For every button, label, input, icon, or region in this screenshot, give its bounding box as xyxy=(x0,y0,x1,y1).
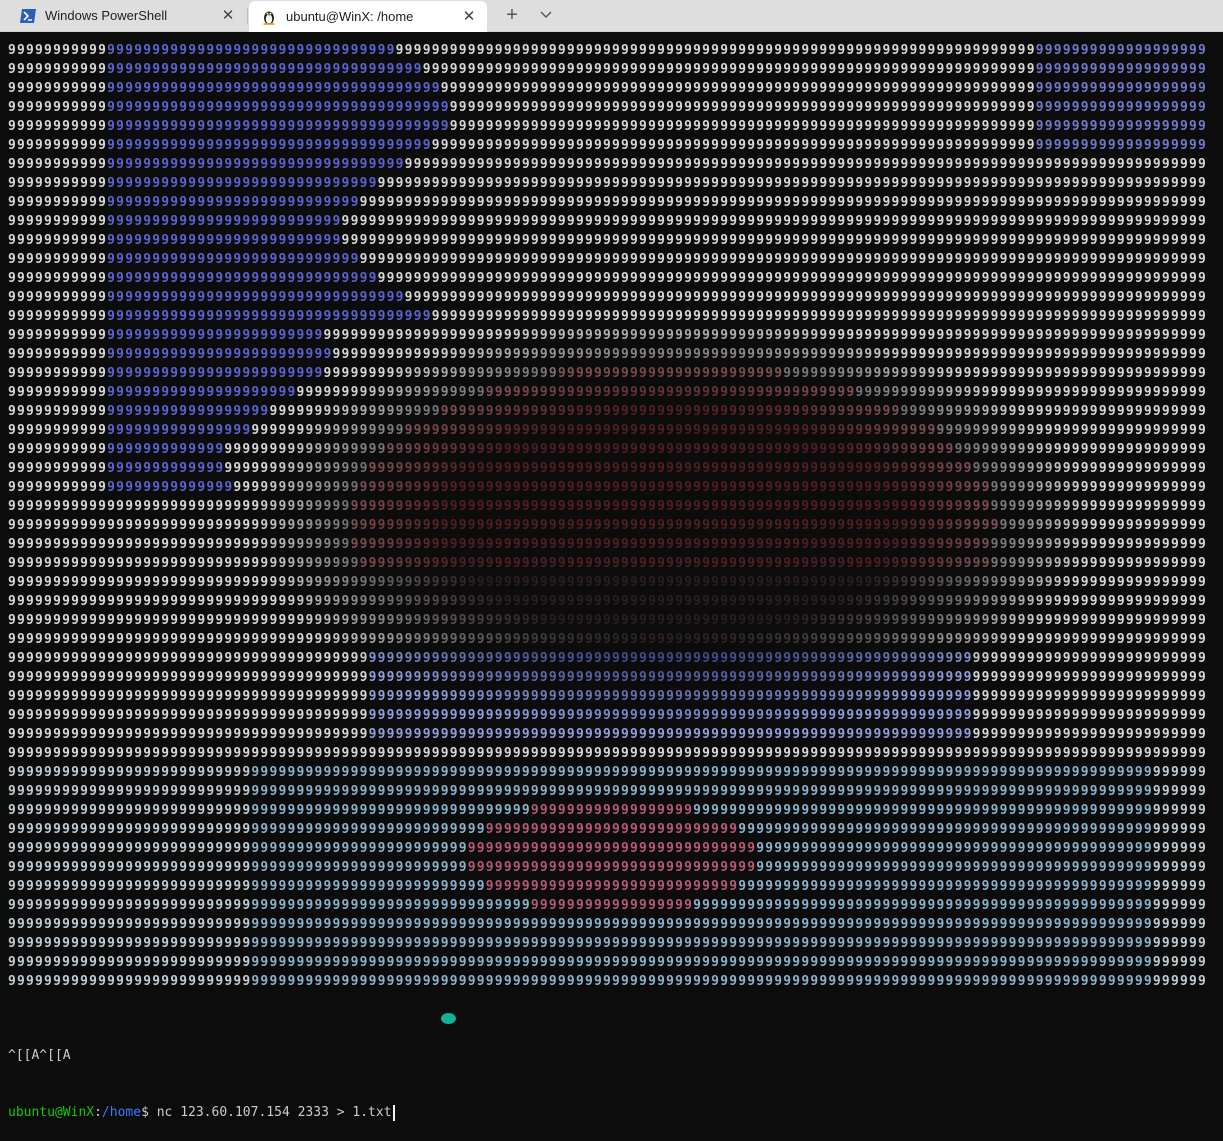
linux-penguin-icon xyxy=(261,9,277,25)
art-line: 9999999999999999999999999999999999999999… xyxy=(8,822,1206,837)
art-line: 9999999999999999999999999999999999999999… xyxy=(8,955,1206,970)
art-line: 9999999999999999999999999999999999999999… xyxy=(8,746,1206,761)
ime-indicator-icon xyxy=(441,1013,456,1024)
art-line: 9999999999999999999999999999999999999999… xyxy=(8,442,1206,457)
art-line: 9999999999999999999999999999999999999999… xyxy=(8,195,1206,210)
art-line: 9999999999999999999999999999999999999999… xyxy=(8,727,1206,742)
prompt-symbol: $ xyxy=(141,1105,157,1120)
art-line: 9999999999999999999999999999999999999999… xyxy=(8,556,1206,571)
art-line: 9999999999999999999999999999999999999999… xyxy=(8,43,1206,58)
tab-label: ubuntu@WinX: /home xyxy=(286,9,461,24)
art-line: 9999999999999999999999999999999999999999… xyxy=(8,575,1206,590)
art-line: 9999999999999999999999999999999999999999… xyxy=(8,404,1206,419)
art-line: 9999999999999999999999999999999999999999… xyxy=(8,309,1206,324)
art-line: 9999999999999999999999999999999999999999… xyxy=(8,803,1206,818)
art-line: 9999999999999999999999999999999999999999… xyxy=(8,119,1206,134)
art-line: 9999999999999999999999999999999999999999… xyxy=(8,936,1206,951)
command-text: nc 123.60.107.154 2333 > 1.txt xyxy=(157,1105,392,1120)
close-tab-icon[interactable]: ✕ xyxy=(220,7,236,24)
art-line: 9999999999999999999999999999999999999999… xyxy=(8,499,1206,514)
art-line: 9999999999999999999999999999999999999999… xyxy=(8,689,1206,704)
tab-label: Windows PowerShell xyxy=(45,8,220,23)
art-line: 9999999999999999999999999999999999999999… xyxy=(8,423,1206,438)
tab-divider xyxy=(247,8,248,24)
art-line: 9999999999999999999999999999999999999999… xyxy=(8,613,1206,628)
art-line: 9999999999999999999999999999999999999999… xyxy=(8,898,1206,913)
art-line: 9999999999999999999999999999999999999999… xyxy=(8,385,1206,400)
art-line: 9999999999999999999999999999999999999999… xyxy=(8,518,1206,533)
output-line: ^[[A^[[A xyxy=(8,1046,1207,1065)
art-line: 9999999999999999999999999999999999999999… xyxy=(8,252,1206,267)
terminal-output[interactable]: ^[[A^[[A ubuntu@WinX:/home$ nc 123.60.10… xyxy=(8,1008,1207,1141)
art-line: 9999999999999999999999999999999999999999… xyxy=(8,670,1206,685)
art-line: 9999999999999999999999999999999999999999… xyxy=(8,233,1206,248)
close-tab-icon[interactable]: ✕ xyxy=(461,8,477,25)
tab-powershell[interactable]: Windows PowerShell ✕ xyxy=(8,0,246,31)
art-line: 9999999999999999999999999999999999999999… xyxy=(8,594,1206,609)
art-line: 9999999999999999999999999999999999999999… xyxy=(8,651,1206,666)
art-line: 9999999999999999999999999999999999999999… xyxy=(8,974,1206,989)
art-line: 9999999999999999999999999999999999999999… xyxy=(8,765,1206,780)
art-line: 9999999999999999999999999999999999999999… xyxy=(8,841,1206,856)
art-line: 9999999999999999999999999999999999999999… xyxy=(8,81,1206,96)
art-line: 9999999999999999999999999999999999999999… xyxy=(8,879,1206,894)
art-line: 9999999999999999999999999999999999999999… xyxy=(8,480,1206,495)
chevron-down-icon[interactable] xyxy=(535,4,557,26)
art-line: 9999999999999999999999999999999999999999… xyxy=(8,366,1206,381)
art-line: 9999999999999999999999999999999999999999… xyxy=(8,176,1206,191)
text-cursor xyxy=(392,1104,395,1121)
art-line: 9999999999999999999999999999999999999999… xyxy=(8,62,1206,77)
art-line: 9999999999999999999999999999999999999999… xyxy=(8,138,1206,153)
art-line: 9999999999999999999999999999999999999999… xyxy=(8,708,1206,723)
art-line: 9999999999999999999999999999999999999999… xyxy=(8,271,1206,286)
art-line: 9999999999999999999999999999999999999999… xyxy=(8,328,1206,343)
art-line: 9999999999999999999999999999999999999999… xyxy=(8,157,1206,172)
new-tab-button[interactable]: + xyxy=(500,4,524,26)
prompt-user: ubuntu@WinX xyxy=(8,1105,94,1120)
art-line: 9999999999999999999999999999999999999999… xyxy=(8,461,1206,476)
ascii-art-canvas: 9999999999999999999999999999999999999999… xyxy=(8,43,1206,989)
powershell-icon xyxy=(20,8,36,24)
art-line: 9999999999999999999999999999999999999999… xyxy=(8,214,1206,229)
title-bar: Windows PowerShell ✕ ubuntu@WinX: /home … xyxy=(0,0,1223,32)
tab-ubuntu[interactable]: ubuntu@WinX: /home ✕ xyxy=(249,1,487,32)
prompt-separator: : xyxy=(94,1105,102,1120)
command-line[interactable]: ubuntu@WinX:/home$ nc 123.60.107.154 233… xyxy=(8,1103,1207,1122)
art-line: 9999999999999999999999999999999999999999… xyxy=(8,632,1206,647)
terminal-ascii-art: 9999999999999999999999999999999999999999… xyxy=(8,39,1207,989)
art-line: 9999999999999999999999999999999999999999… xyxy=(8,100,1206,115)
prompt-path: /home xyxy=(102,1105,141,1120)
art-line: 9999999999999999999999999999999999999999… xyxy=(8,347,1206,362)
art-line: 9999999999999999999999999999999999999999… xyxy=(8,917,1206,932)
art-line: 9999999999999999999999999999999999999999… xyxy=(8,860,1206,875)
art-line: 9999999999999999999999999999999999999999… xyxy=(8,784,1206,799)
art-line: 9999999999999999999999999999999999999999… xyxy=(8,537,1206,552)
art-line: 9999999999999999999999999999999999999999… xyxy=(8,290,1206,305)
